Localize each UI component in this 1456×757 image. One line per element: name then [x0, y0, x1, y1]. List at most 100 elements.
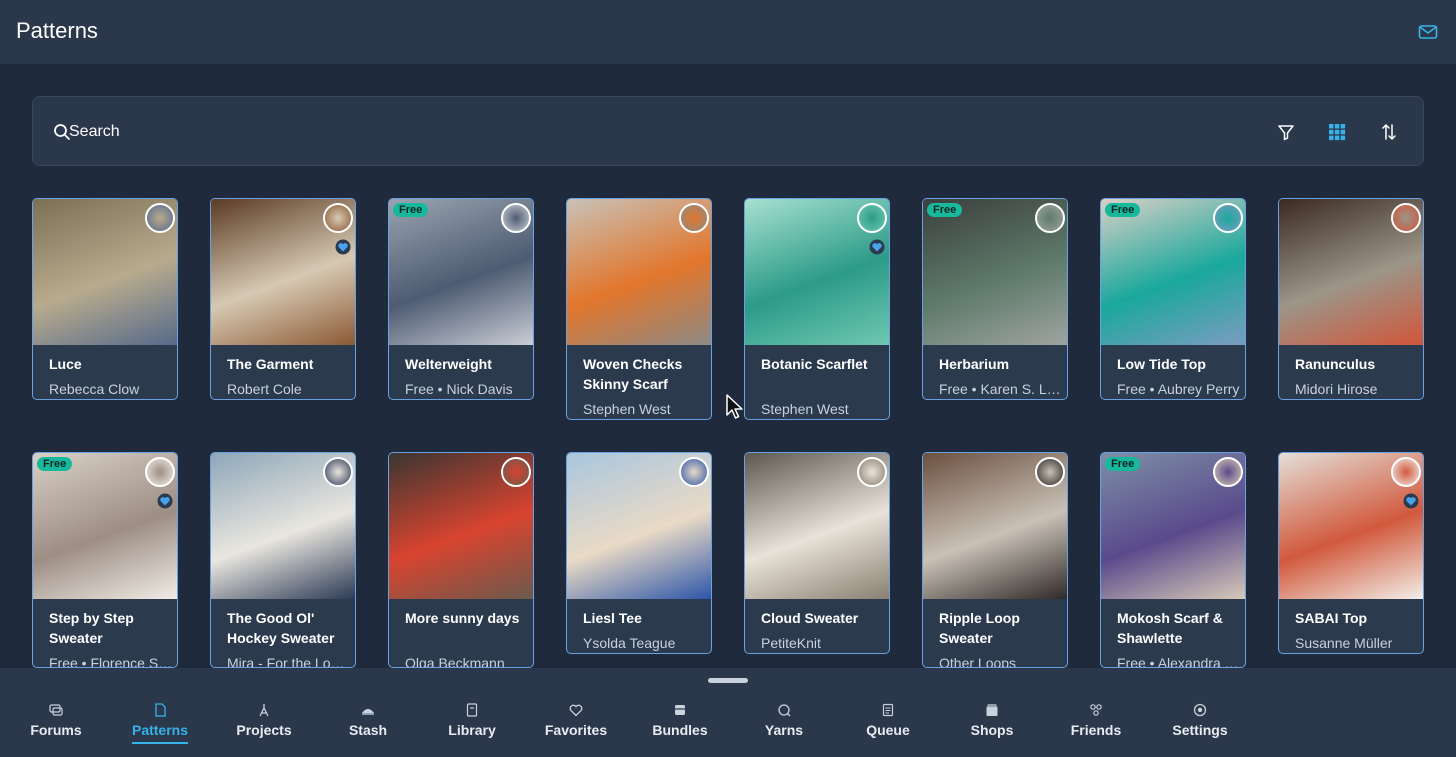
- pattern-card[interactable]: Free Mokosh Scarf & Shawlette Free • Alexa…: [1100, 452, 1246, 668]
- nav-label: Patterns: [131, 722, 189, 738]
- nav-yarns[interactable]: Yarns: [732, 702, 836, 754]
- nav-label: Stash: [348, 722, 388, 738]
- search-input[interactable]: [69, 115, 1249, 149]
- pattern-card[interactable]: The Good Ol' Hockey Sweater Mira - For th…: [210, 452, 356, 668]
- nav-friends[interactable]: Friends: [1044, 702, 1148, 754]
- pattern-name: Step by Step Sweater: [49, 610, 134, 646]
- nav-label: Yarns: [764, 722, 804, 738]
- pattern-name: Ripple Loop Sweater: [939, 610, 1020, 646]
- pattern-card[interactable]: Free Step by Step Sweater Free • Florence …: [32, 452, 178, 668]
- pattern-designer: Midori Hirose: [1295, 381, 1378, 397]
- designer-avatar[interactable]: [1213, 203, 1243, 233]
- pattern-name: The Good Ol' Hockey Sweater: [227, 610, 335, 646]
- favorite-heart-icon[interactable]: [157, 493, 173, 509]
- nav-shops[interactable]: Shops: [940, 702, 1044, 754]
- nav-label: Queue: [866, 722, 910, 738]
- nav-label: Settings: [1172, 722, 1228, 738]
- pattern-name: Luce: [49, 356, 82, 372]
- designer-avatar[interactable]: [1213, 457, 1243, 487]
- filter-icon[interactable]: [1273, 119, 1299, 145]
- pattern-name: SABAI Top: [1295, 610, 1368, 626]
- designer-avatar[interactable]: [1391, 203, 1421, 233]
- nav-forums[interactable]: Forums: [4, 702, 108, 754]
- favorite-heart-icon[interactable]: [1403, 493, 1419, 509]
- free-badge: Free: [1105, 203, 1141, 217]
- pattern-card[interactable]: More sunny days Olga Beckmann: [388, 452, 534, 668]
- pattern-card[interactable]: Ripple Loop Sweater Other Loops: [922, 452, 1068, 668]
- pattern-name: Low Tide Top: [1117, 356, 1206, 372]
- designer-avatar[interactable]: [857, 457, 887, 487]
- page-title: Patterns: [16, 18, 98, 43]
- pattern-name: The Garment: [227, 356, 314, 372]
- drag-handle[interactable]: [708, 678, 748, 683]
- pattern-designer: Olga Beckmann: [405, 655, 505, 668]
- yarns-icon: [778, 704, 791, 717]
- pattern-designer: Robert Cole: [227, 381, 302, 397]
- mouse-cursor-icon: [726, 394, 743, 419]
- designer-avatar[interactable]: [679, 457, 709, 487]
- nav-stash[interactable]: Stash: [316, 702, 420, 754]
- pattern-designer: Stephen West: [761, 401, 849, 417]
- projects-icon: [259, 704, 269, 717]
- pattern-name: Ranunculus: [1295, 356, 1376, 372]
- pattern-card[interactable]: The Garment Robert Cole: [210, 198, 356, 400]
- nav-label: Friends: [1070, 722, 1122, 738]
- library-icon: [466, 703, 478, 717]
- pattern-card[interactable]: Liesl Tee Ysolda Teague: [566, 452, 712, 654]
- pattern-card[interactable]: Free Welterweight Free • Nick Davis: [388, 198, 534, 400]
- designer-avatar[interactable]: [679, 203, 709, 233]
- pattern-card[interactable]: Woven Checks Skinny Scarf Stephen West: [566, 198, 712, 420]
- designer-avatar[interactable]: [1035, 457, 1065, 487]
- nav-label: Shops: [970, 722, 1014, 738]
- pattern-card[interactable]: Cloud Sweater PetiteKnit: [744, 452, 890, 654]
- pattern-designer: Susanne Müller: [1295, 635, 1393, 651]
- pattern-designer: Mira - For the Love of Yarn: [227, 655, 351, 668]
- pattern-designer: Free • Alexandra Tavel: [1117, 655, 1241, 668]
- nav-projects[interactable]: Projects: [212, 702, 316, 754]
- pattern-card[interactable]: Luce Rebecca Clow: [32, 198, 178, 400]
- pattern-name: Botanic Scarflet: [761, 356, 868, 372]
- nav-settings[interactable]: Settings: [1148, 702, 1252, 754]
- pattern-card[interactable]: Free Low Tide Top Free • Aubrey Perry: [1100, 198, 1246, 400]
- pattern-card[interactable]: Botanic Scarflet Stephen West: [744, 198, 890, 420]
- nav-library[interactable]: Library: [420, 702, 524, 754]
- queue-icon: [882, 703, 894, 717]
- active-tab-underline: [132, 742, 188, 744]
- sort-icon[interactable]: [1376, 119, 1402, 145]
- free-badge: Free: [1105, 457, 1141, 471]
- pattern-designer: Ysolda Teague: [583, 635, 676, 651]
- free-badge: Free: [393, 203, 429, 217]
- designer-avatar[interactable]: [323, 203, 353, 233]
- nav-bundles[interactable]: Bundles: [628, 702, 732, 754]
- designer-avatar[interactable]: [145, 457, 175, 487]
- designer-avatar[interactable]: [323, 457, 353, 487]
- nav-patterns[interactable]: Patterns: [108, 702, 212, 754]
- pattern-name: Herbarium: [939, 356, 1010, 372]
- mail-icon[interactable]: [1418, 22, 1438, 42]
- patterns-icon: [155, 703, 166, 717]
- pattern-card[interactable]: SABAI Top Susanne Müller: [1278, 452, 1424, 654]
- designer-avatar[interactable]: [145, 203, 175, 233]
- nav-favorites[interactable]: Favorites: [524, 702, 628, 754]
- pattern-name: Welterweight: [405, 356, 492, 372]
- free-badge: Free: [927, 203, 963, 217]
- free-badge: Free: [37, 457, 73, 471]
- designer-avatar[interactable]: [1391, 457, 1421, 487]
- pattern-designer: PetiteKnit: [761, 635, 821, 651]
- favorite-heart-icon[interactable]: [869, 239, 885, 255]
- pattern-card[interactable]: Ranunculus Midori Hirose: [1278, 198, 1424, 400]
- designer-avatar[interactable]: [501, 457, 531, 487]
- stash-icon: [362, 709, 374, 715]
- pattern-name: More sunny days: [405, 610, 520, 626]
- designer-avatar[interactable]: [501, 203, 531, 233]
- pattern-designer: Free • Nick Davis: [405, 381, 513, 397]
- pattern-card[interactable]: Free Herbarium Free • Karen S. Lauger: [922, 198, 1068, 400]
- designer-avatar[interactable]: [857, 203, 887, 233]
- favorite-heart-icon[interactable]: [335, 239, 351, 255]
- pattern-designer: Free • Aubrey Perry: [1117, 381, 1240, 397]
- designer-avatar[interactable]: [1035, 203, 1065, 233]
- grid-view-icon[interactable]: [1324, 119, 1350, 145]
- nav-label: Bundles: [652, 722, 708, 738]
- nav-label: Library: [448, 722, 496, 738]
- nav-queue[interactable]: Queue: [836, 702, 940, 754]
